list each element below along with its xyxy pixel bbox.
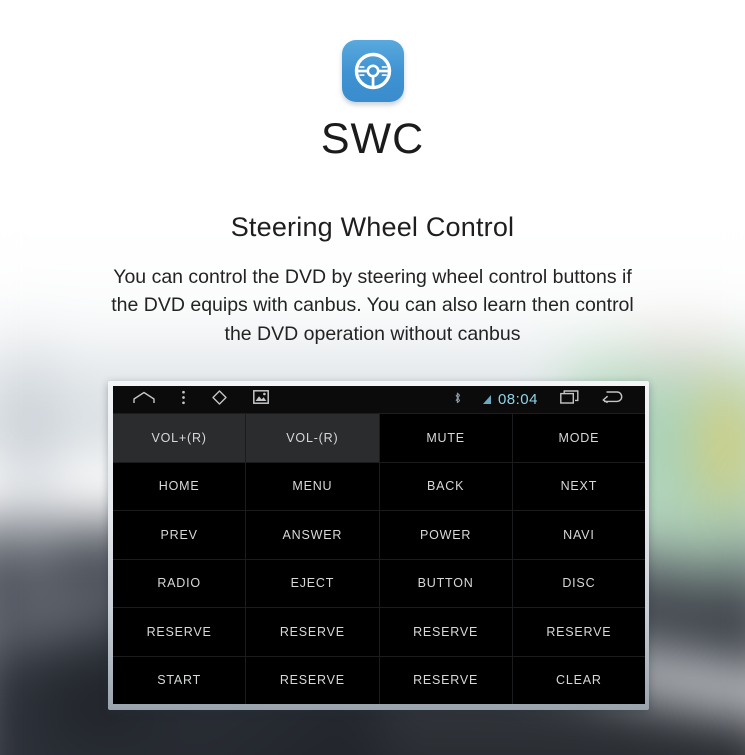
status-bar-clock: 08:04	[497, 391, 538, 408]
recent-apps-icon[interactable]	[560, 390, 579, 409]
swc-button[interactable]: HOME	[113, 462, 246, 510]
swc-button[interactable]: PREV	[113, 511, 246, 559]
swc-button[interactable]: MENU	[246, 462, 379, 510]
android-status-bar: 08:04	[113, 386, 645, 414]
feature-subtitle: Steering Wheel Control	[230, 212, 515, 242]
swc-button[interactable]: RESERVE	[246, 656, 379, 704]
swc-button[interactable]: RESERVE	[379, 608, 512, 656]
swc-button[interactable]: NEXT	[512, 462, 645, 510]
car-headunit-device: 08:04 VOL+(R) VOL-(R) MUTE MODE HOME MEN…	[108, 381, 649, 710]
swc-button[interactable]: RESERVE	[246, 608, 379, 656]
home-icon[interactable]	[133, 391, 155, 409]
swc-button[interactable]: RESERVE	[512, 608, 645, 656]
swc-button[interactable]: RESERVE	[379, 656, 512, 704]
feature-description: You can control the DVD by steering whee…	[111, 266, 634, 345]
swc-button[interactable]: DISC	[512, 559, 645, 607]
signal-and-clock: 08:04	[482, 391, 538, 408]
device-screen: 08:04 VOL+(R) VOL-(R) MUTE MODE HOME MEN…	[113, 386, 645, 704]
page-header: SWC Steering Wheel Control You can contr…	[0, 0, 745, 348]
back-arrow-icon[interactable]	[601, 390, 623, 409]
overflow-menu-icon[interactable]	[181, 390, 186, 410]
swc-button[interactable]: CLEAR	[512, 656, 645, 704]
steering-wheel-icon	[341, 40, 404, 102]
swc-button[interactable]: VOL-(R)	[246, 414, 379, 462]
page-title: SWC	[320, 115, 425, 163]
swc-button[interactable]: BACK	[379, 462, 512, 510]
swc-button[interactable]: POWER	[379, 511, 512, 559]
diamond-icon[interactable]	[212, 389, 227, 410]
swc-button[interactable]: RESERVE	[113, 608, 246, 656]
swc-button[interactable]: RADIO	[113, 559, 246, 607]
status-bar-right-icons: 08:04	[454, 390, 645, 409]
swc-button[interactable]: START	[113, 656, 246, 704]
swc-button[interactable]: MODE	[512, 414, 645, 462]
swc-product-page: SWC Steering Wheel Control You can contr…	[0, 0, 745, 755]
swc-button[interactable]: ANSWER	[246, 511, 379, 559]
swc-button[interactable]: EJECT	[246, 559, 379, 607]
bluetooth-icon	[454, 392, 461, 407]
swc-button[interactable]: VOL+(R)	[113, 414, 246, 462]
swc-button[interactable]: BUTTON	[379, 559, 512, 607]
status-bar-left-icons	[113, 389, 269, 410]
swc-button[interactable]: MUTE	[379, 414, 512, 462]
signal-icon	[482, 395, 491, 404]
bg-sign-yellow	[705, 380, 745, 510]
swc-button-grid: VOL+(R) VOL-(R) MUTE MODE HOME MENU BACK NEXT PR…	[113, 414, 645, 704]
gallery-icon[interactable]	[253, 390, 269, 409]
swc-button[interactable]: NAVI	[512, 511, 645, 559]
